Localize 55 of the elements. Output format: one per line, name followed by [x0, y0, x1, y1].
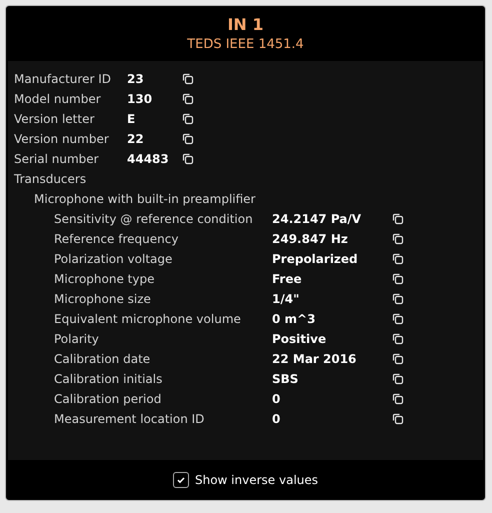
copy-icon[interactable] — [182, 153, 194, 165]
field-value: 0 — [272, 411, 282, 428]
field-value: Positive — [272, 331, 328, 348]
copy-icon[interactable] — [392, 313, 404, 325]
copy-icon[interactable] — [392, 393, 404, 405]
tree-item[interactable]: Transducers — [14, 170, 86, 188]
field-value: 44483 — [127, 151, 170, 168]
field-label: Model number — [14, 91, 102, 108]
field-value: 130 — [127, 91, 154, 108]
field-label: Calibration period — [54, 391, 162, 408]
copy-icon[interactable] — [392, 213, 404, 225]
field-value: 24.2147 Pa/V — [272, 211, 362, 228]
field-label: Equivalent microphone volume — [54, 311, 242, 328]
field-label: Serial number — [14, 151, 100, 168]
check-icon — [176, 475, 186, 485]
copy-icon[interactable] — [182, 133, 194, 145]
checkbox[interactable] — [172, 472, 189, 488]
field-label: Manufacturer ID — [14, 71, 112, 88]
field-value: SBS — [272, 371, 300, 388]
field-value: Prepolarized — [272, 251, 359, 268]
copy-icon[interactable] — [392, 333, 404, 345]
field-value: 1/4" — [272, 291, 300, 308]
field-label: Measurement location ID — [54, 411, 206, 428]
field-value: 23 — [127, 71, 145, 88]
field-value: 0 m^3 — [272, 311, 316, 328]
copy-icon[interactable] — [182, 93, 194, 105]
field-value: 0 — [272, 391, 282, 408]
field-label: Calibration date — [54, 351, 152, 368]
field-label: Version letter — [14, 111, 96, 128]
field-value: E — [127, 111, 136, 128]
copy-icon[interactable] — [392, 373, 404, 385]
field-label: Polarization voltage — [54, 251, 174, 268]
copy-icon[interactable] — [182, 113, 194, 125]
field-label: Reference frequency — [54, 231, 180, 248]
field-label: Polarity — [54, 331, 100, 348]
copy-icon[interactable] — [392, 273, 404, 285]
copy-icon[interactable] — [392, 293, 404, 305]
copy-icon[interactable] — [392, 413, 404, 425]
dialog-subtitle: TEDS IEEE 1451.4 — [187, 36, 304, 54]
field-value: 249.847 Hz — [272, 231, 349, 248]
tree-item[interactable]: Microphone with built-in preamplifier — [34, 190, 256, 208]
copy-icon[interactable] — [182, 73, 194, 85]
copy-icon[interactable] — [392, 353, 404, 365]
dialog-title: IN 1 — [227, 15, 264, 35]
copy-icon[interactable] — [392, 233, 404, 245]
field-label: Calibration initials — [54, 371, 164, 388]
field-value: 22 Mar 2016 — [272, 351, 358, 368]
field-label: Microphone type — [54, 271, 156, 288]
field-value: 22 — [127, 131, 145, 148]
field-label: Sensitivity @ reference condition — [54, 211, 254, 228]
field-label: Microphone size — [54, 291, 152, 308]
checkbox-label[interactable]: Show inverse values — [194, 471, 318, 489]
field-label: Version number — [14, 131, 110, 148]
field-value: Free — [272, 271, 303, 288]
copy-icon[interactable] — [392, 253, 404, 265]
